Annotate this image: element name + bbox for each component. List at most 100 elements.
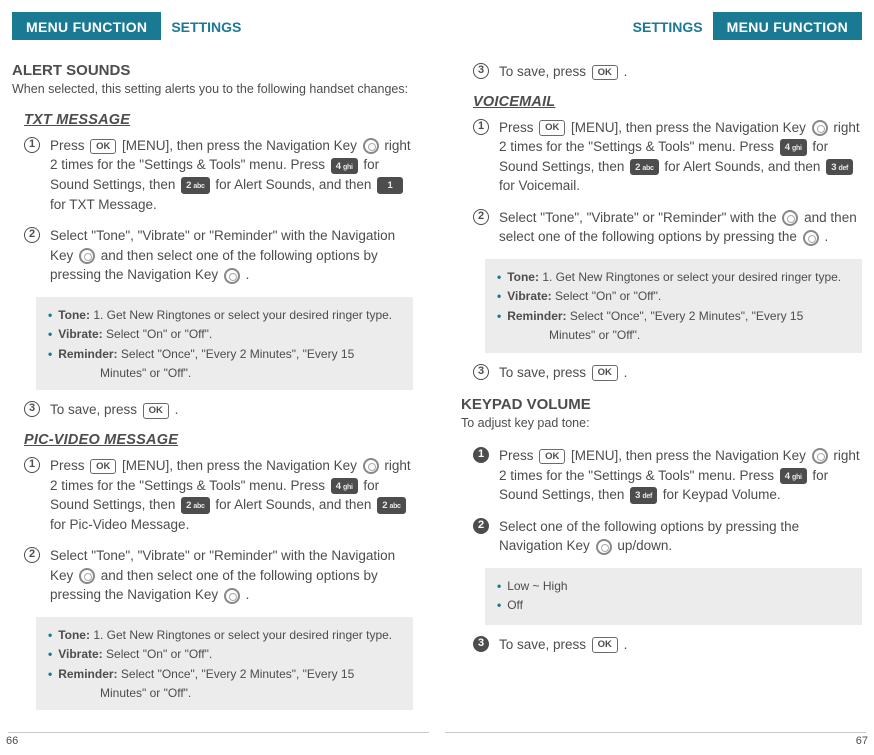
txt: [MENU], then press the Navigation Key <box>122 458 361 473</box>
list-item: 2 Select "Tone", "Vibrate" or "Reminder"… <box>473 208 862 247</box>
txt: Press <box>499 120 537 135</box>
txt: Minutes" or "Off". <box>100 365 403 382</box>
header-right: SETTINGS MENU FUNCTION <box>461 12 862 40</box>
txt: Select "Tone", "Vibrate" or "Reminder" w… <box>499 210 780 225</box>
list-item: 1 Press OK [MENU], then press the Naviga… <box>24 456 413 534</box>
key-3-icon: 3def <box>630 487 657 504</box>
list-item: 2 Select "Tone", "Vibrate" or "Reminder"… <box>24 546 413 605</box>
list-item: 3 To save, press OK . <box>473 635 862 655</box>
txt-message-list: 1 Press OK [MENU], then press the Naviga… <box>12 136 413 285</box>
ok-key-icon: OK <box>592 65 618 81</box>
txt: . <box>624 365 628 380</box>
key-4-icon: 4ghi <box>331 478 358 495</box>
nav-key-icon <box>79 568 95 584</box>
txt: Reminder: <box>58 347 117 361</box>
list-item-body: To save, press OK . <box>499 62 862 82</box>
txt: [MENU], then press the Navigation Key <box>122 138 361 153</box>
nav-key-icon <box>79 248 95 264</box>
key-2-icon: 2abc <box>181 497 209 514</box>
txt: Select "On" or "Off". <box>106 647 212 661</box>
list-item-body: Press OK [MENU], then press the Navigati… <box>50 136 413 214</box>
marker-1: 1 <box>24 137 40 153</box>
list-item: 3 To save, press OK . <box>473 363 862 383</box>
menu-function-tab: MENU FUNCTION <box>12 12 161 40</box>
marker-1: 1 <box>24 457 40 473</box>
txt: for Keypad Volume. <box>663 487 781 502</box>
nav-key-icon <box>224 588 240 604</box>
txt: Off <box>507 597 523 614</box>
menu-function-tab: MENU FUNCTION <box>713 12 862 40</box>
list-item-body: To save, press OK . <box>499 363 862 383</box>
txt: Tone: <box>507 270 539 284</box>
txt: Low ~ High <box>507 578 567 595</box>
footer-rule <box>445 732 866 733</box>
keypad-list: 1 Press OK [MENU], then press the Naviga… <box>461 446 862 556</box>
keypad-volume-desc: To adjust key pad tone: <box>461 415 862 432</box>
txt: Select "Once", "Every 2 Minutes", "Every… <box>121 347 354 361</box>
keypad-save: 3 To save, press OK . <box>461 635 862 655</box>
txt: up/down. <box>617 538 672 553</box>
txt: To save, press <box>50 402 141 417</box>
marker-1: 1 <box>473 119 489 135</box>
settings-label: SETTINGS <box>161 12 251 40</box>
marker-solid-1: 1 <box>473 447 489 463</box>
marker-3: 3 <box>473 63 489 79</box>
nav-key-icon <box>803 230 819 246</box>
txt: Reminder: <box>58 667 117 681</box>
txt: for Alert Sounds, and then <box>215 497 375 512</box>
page-right: SETTINGS MENU FUNCTION 3 To save, press … <box>437 0 874 755</box>
marker-2: 2 <box>473 209 489 225</box>
nav-key-icon <box>363 138 379 154</box>
list-item: 1 Press OK [MENU], then press the Naviga… <box>473 446 862 505</box>
voicemail-callout: •Tone: 1. Get New Ringtones or select yo… <box>485 259 862 353</box>
txt: Vibrate: <box>58 327 102 341</box>
txt: Press <box>50 458 88 473</box>
marker-solid-2: 2 <box>473 518 489 534</box>
list-item: 2 Select one of the following options by… <box>473 517 862 556</box>
ok-key-icon: OK <box>90 459 116 475</box>
txt: Press <box>50 138 88 153</box>
txt: 1. Get New Ringtones or select your desi… <box>93 628 392 642</box>
txt: for TXT Message. <box>50 197 157 212</box>
key-2-icon: 2abc <box>377 497 405 514</box>
txt: for Alert Sounds, and then <box>215 177 375 192</box>
nav-key-icon <box>812 120 828 136</box>
marker-solid-3: 3 <box>473 636 489 652</box>
txt: Vibrate: <box>507 289 551 303</box>
ok-key-icon: OK <box>539 120 565 136</box>
key-4-icon: 4ghi <box>780 468 807 485</box>
ok-key-icon: OK <box>90 139 116 155</box>
nav-key-icon <box>812 448 828 464</box>
key-1-icon: 1 <box>377 177 403 194</box>
list-item: 3 To save, press OK . <box>473 62 862 82</box>
txt: Select "Once", "Every 2 Minutes", "Every… <box>570 309 803 323</box>
txt: Minutes" or "Off". <box>549 327 852 344</box>
txt: . <box>624 64 628 79</box>
txt: Select "On" or "Off". <box>555 289 661 303</box>
list-item: 1 Press OK [MENU], then press the Naviga… <box>473 118 862 196</box>
txt: Tone: <box>58 628 90 642</box>
txt: 1. Get New Ringtones or select your desi… <box>542 270 841 284</box>
pic-video-callout: •Tone: 1. Get New Ringtones or select yo… <box>36 617 413 711</box>
txt-message-save: 3 To save, press OK . <box>12 400 413 420</box>
pic-video-list: 1 Press OK [MENU], then press the Naviga… <box>12 456 413 605</box>
list-item: 1 Press OK [MENU], then press the Naviga… <box>24 136 413 214</box>
page-number: 66 <box>6 735 18 747</box>
txt: Select "On" or "Off". <box>106 327 212 341</box>
key-3-icon: 3def <box>826 159 853 176</box>
pic-video-heading: PIC-VIDEO MESSAGE <box>24 432 413 448</box>
txt: . <box>246 267 250 282</box>
list-item-body: Select "Tone", "Vibrate" or "Reminder" w… <box>50 546 413 605</box>
txt: [MENU], then press the Navigation Key <box>571 448 810 463</box>
ok-key-icon: OK <box>539 449 565 465</box>
marker-2: 2 <box>24 547 40 563</box>
nav-key-icon <box>224 268 240 284</box>
list-item-body: To save, press OK . <box>50 400 413 420</box>
txt: Tone: <box>58 308 90 322</box>
nav-key-icon <box>782 210 798 226</box>
alert-sounds-title: ALERT SOUNDS <box>12 62 413 79</box>
list-item-body: Select "Tone", "Vibrate" or "Reminder" w… <box>50 226 413 285</box>
ok-key-icon: OK <box>143 403 169 419</box>
keypad-callout: •Low ~ High •Off <box>485 568 862 625</box>
list-item-body: Press OK [MENU], then press the Navigati… <box>499 118 862 196</box>
